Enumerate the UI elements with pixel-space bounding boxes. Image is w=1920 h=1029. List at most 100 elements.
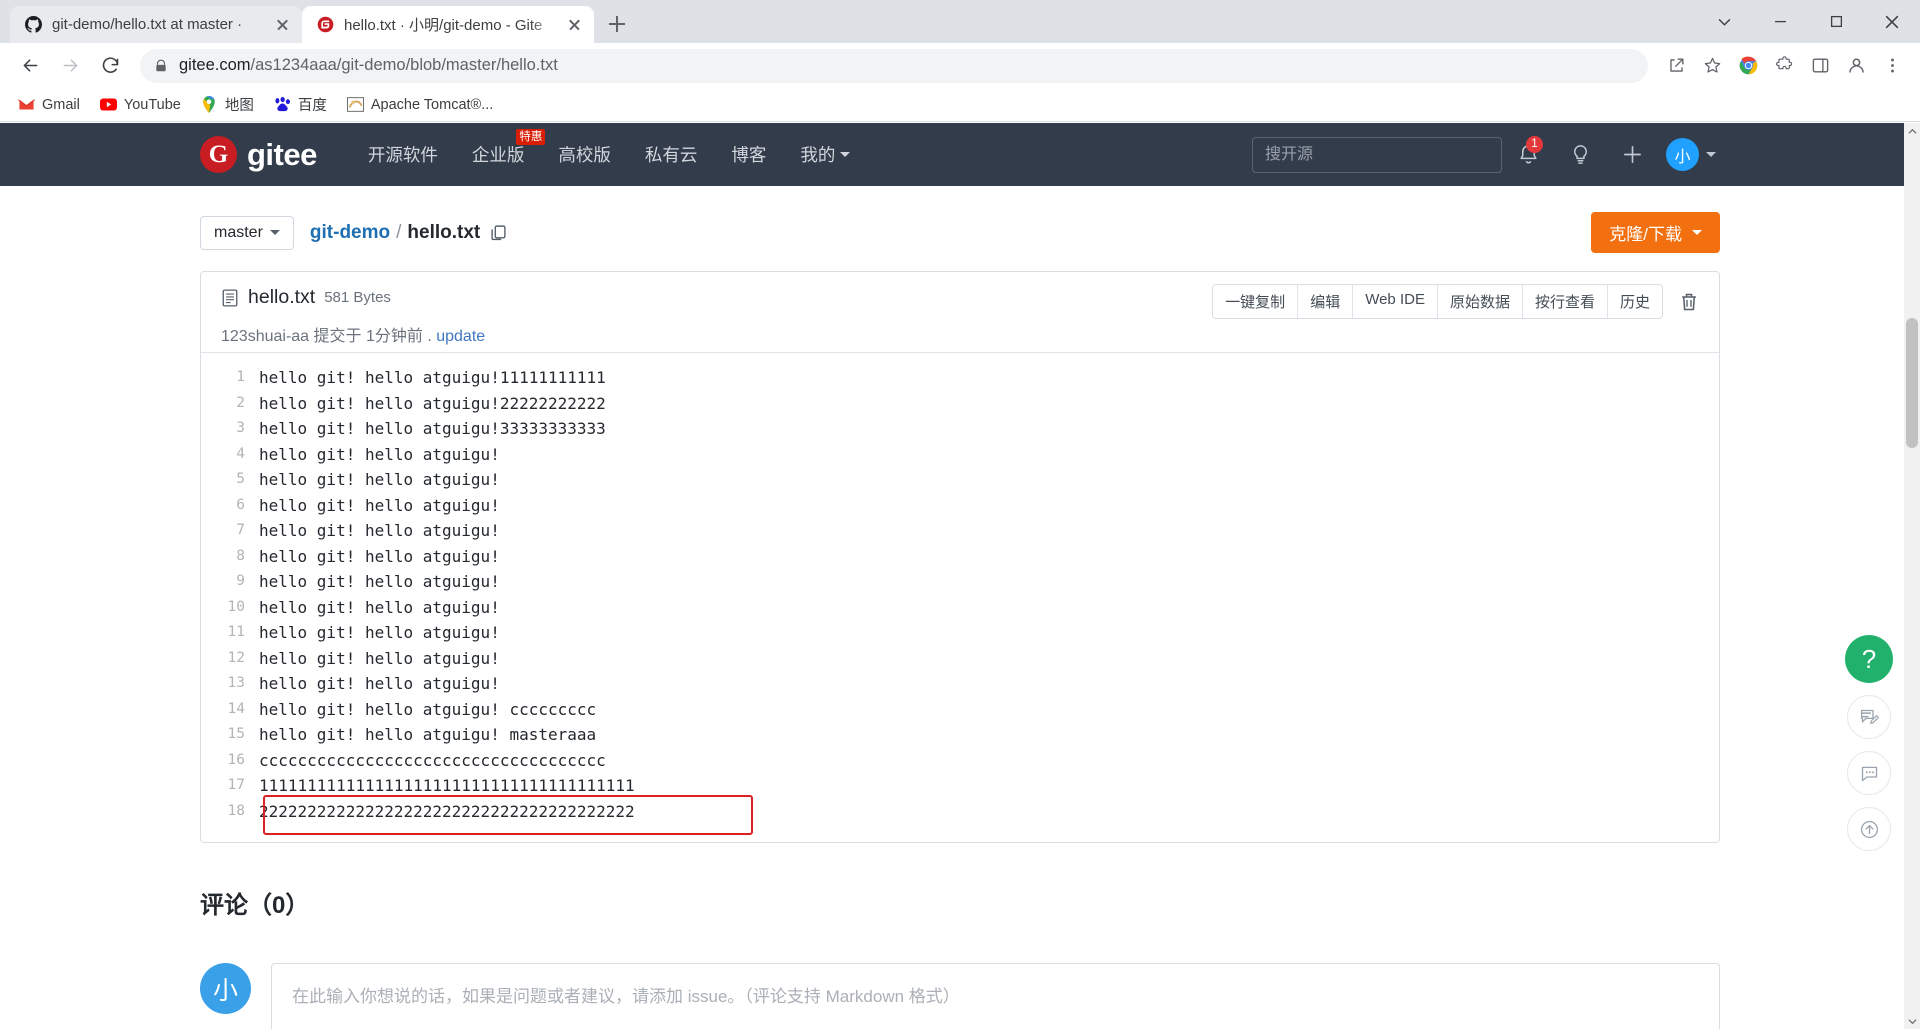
nav-item-education[interactable]: 高校版 bbox=[541, 123, 628, 186]
profile-avatar-icon[interactable] bbox=[1840, 50, 1872, 82]
scroll-down-arrow-icon[interactable] bbox=[1904, 1013, 1920, 1029]
browser-tab-gitee[interactable]: hello.txt · 小明/git-demo - Gite bbox=[302, 6, 594, 43]
close-icon[interactable] bbox=[565, 15, 584, 34]
lock-icon bbox=[154, 59, 168, 73]
scroll-up-arrow-icon[interactable] bbox=[1904, 123, 1920, 139]
back-to-top-icon[interactable] bbox=[1847, 807, 1891, 851]
comments-title: 评论（0） bbox=[200, 892, 310, 919]
github-icon bbox=[24, 15, 43, 34]
line-number: 15 bbox=[227, 726, 245, 742]
close-window-icon[interactable] bbox=[1864, 0, 1920, 43]
nav-label: 私有云 bbox=[644, 145, 698, 165]
blame-button[interactable]: 按行查看 bbox=[1522, 285, 1608, 318]
gitee-navbar: G gitee 开源软件 企业版 特惠 高校版 私有云 博客 我的 搜开源 1 … bbox=[0, 123, 1920, 186]
address-bar[interactable]: gitee.com/as1234aaa/git-demo/blob/master… bbox=[140, 48, 1648, 83]
line-content: hello git! hello atguigu! ccccccccc bbox=[259, 699, 597, 719]
page-viewport: G gitee 开源软件 企业版 特惠 高校版 私有云 博客 我的 搜开源 1 … bbox=[0, 123, 1920, 1029]
ideas-button[interactable] bbox=[1554, 123, 1606, 186]
minimize-icon[interactable] bbox=[1752, 0, 1808, 43]
web-ide-button[interactable]: Web IDE bbox=[1353, 285, 1438, 318]
edit-button[interactable]: 编辑 bbox=[1298, 285, 1354, 318]
code-line: 9 hello git! hello atguigu! bbox=[201, 569, 1719, 595]
more-menu-icon[interactable] bbox=[1876, 50, 1908, 82]
code-line: 14 hello git! hello atguigu! ccccccccc bbox=[201, 697, 1719, 723]
line-content: hello git! hello atguigu!22222222222 bbox=[259, 393, 606, 413]
bookmark-tomcat[interactable]: Apache Tomcat®... bbox=[339, 92, 501, 117]
comment-input[interactable] bbox=[271, 963, 1720, 1029]
copy-all-button[interactable]: 一键复制 bbox=[1213, 285, 1299, 318]
nav-label: 我的 bbox=[800, 145, 836, 165]
bookmarks-bar: Gmail YouTube 地图 百度 Apache Tomcat®... bbox=[0, 88, 1920, 122]
notifications-button[interactable]: 1 bbox=[1502, 123, 1554, 186]
bookmark-youtube[interactable]: YouTube bbox=[92, 92, 189, 117]
search-input[interactable] bbox=[1252, 136, 1502, 173]
chevron-down-icon bbox=[840, 152, 851, 157]
bookmark-gmail[interactable]: Gmail bbox=[10, 92, 88, 117]
window-controls bbox=[1696, 0, 1920, 43]
gitee-logo[interactable]: G gitee bbox=[200, 136, 317, 173]
bookmark-star-icon[interactable] bbox=[1696, 50, 1728, 82]
code-line: 4 hello git! hello atguigu! bbox=[201, 442, 1719, 468]
copy-path-icon[interactable] bbox=[490, 224, 507, 241]
code-line: 5 hello git! hello atguigu! bbox=[201, 467, 1719, 493]
baidu-icon bbox=[274, 96, 291, 113]
scrollbar-thumb[interactable] bbox=[1906, 318, 1918, 448]
nav-item-blog[interactable]: 博客 bbox=[714, 123, 783, 186]
bookmark-maps[interactable]: 地图 bbox=[193, 90, 262, 119]
maximize-icon[interactable] bbox=[1808, 0, 1864, 43]
close-icon[interactable] bbox=[273, 15, 292, 34]
lightbulb-icon bbox=[1573, 145, 1587, 164]
bookmark-baidu[interactable]: 百度 bbox=[266, 90, 335, 119]
sidepanel-icon[interactable] bbox=[1804, 50, 1836, 82]
history-button[interactable]: 历史 bbox=[1607, 285, 1662, 318]
share-icon[interactable] bbox=[1660, 50, 1692, 82]
line-content: hello git! hello atguigu! bbox=[259, 623, 500, 642]
line-content: 222222222222222222222222222222222222222 bbox=[259, 801, 635, 821]
line-number: 7 bbox=[236, 522, 245, 538]
gitee-navbar-right: 1 小 bbox=[1252, 123, 1920, 186]
user-menu[interactable]: 小 bbox=[1658, 123, 1724, 186]
extensions-icon[interactable] bbox=[1768, 50, 1800, 82]
tab-title: git-demo/hello.txt at master · bbox=[52, 16, 243, 33]
browser-toolbar: gitee.com/as1234aaa/git-demo/blob/master… bbox=[0, 43, 1920, 88]
file-name: hello.txt bbox=[248, 286, 316, 308]
gitee-main-menu: 开源软件 企业版 特惠 高校版 私有云 博客 我的 bbox=[351, 123, 868, 186]
feedback-edit-icon[interactable] bbox=[1847, 695, 1891, 739]
create-new-button[interactable] bbox=[1606, 123, 1658, 186]
trash-icon[interactable] bbox=[1679, 292, 1699, 312]
tab-title: hello.txt · 小明/git-demo - Gite bbox=[344, 17, 543, 34]
line-number: 10 bbox=[227, 598, 245, 615]
nav-item-mine[interactable]: 我的 bbox=[783, 123, 867, 186]
gitee-logo-text: gitee bbox=[247, 136, 317, 172]
nav-item-open-source[interactable]: 开源软件 bbox=[351, 123, 455, 186]
browser-tab-github[interactable]: git-demo/hello.txt at master · bbox=[10, 6, 302, 43]
code-line: 8 hello git! hello atguigu! bbox=[201, 544, 1719, 570]
code-line: 2 hello git! hello atguigu!22222222222 bbox=[201, 391, 1719, 417]
avatar: 小 bbox=[200, 963, 251, 1014]
page-scrollbar[interactable] bbox=[1904, 123, 1920, 1029]
avatar: 小 bbox=[1666, 138, 1699, 171]
file-header: hello.txt 581 Bytes 123shuai-aa 提交于 1分钟前… bbox=[201, 272, 1719, 352]
reload-icon[interactable] bbox=[92, 48, 128, 84]
commit-message[interactable]: update bbox=[436, 328, 485, 345]
forward-icon[interactable] bbox=[52, 48, 88, 84]
bookmark-label: Gmail bbox=[42, 96, 80, 113]
nav-item-private-cloud[interactable]: 私有云 bbox=[628, 123, 715, 186]
line-content: hello git! hello atguigu! bbox=[259, 597, 500, 617]
breadcrumb-repo[interactable]: git-demo bbox=[310, 222, 390, 244]
line-number: 2 bbox=[236, 394, 245, 411]
browser-window: git-demo/hello.txt at master · hello.txt… bbox=[0, 0, 1920, 1029]
raw-data-button[interactable]: 原始数据 bbox=[1437, 285, 1523, 318]
branch-selector[interactable]: master bbox=[200, 215, 294, 250]
line-content: hello git! hello atguigu!33333333333 bbox=[259, 419, 606, 438]
clone-download-button[interactable]: 克隆/下载 bbox=[1591, 212, 1720, 253]
nav-item-enterprise[interactable]: 企业版 特惠 bbox=[455, 123, 546, 186]
back-icon[interactable] bbox=[12, 48, 48, 84]
new-tab-button[interactable] bbox=[600, 7, 634, 41]
chat-icon[interactable] bbox=[1847, 751, 1891, 795]
chrome-profile-icon[interactable] bbox=[1732, 50, 1764, 82]
chrome-menu-chevron-icon[interactable] bbox=[1696, 0, 1752, 43]
breadcrumb-separator: / bbox=[396, 221, 402, 243]
code-line: 7 hello git! hello atguigu! bbox=[201, 518, 1719, 544]
help-button[interactable]: ? bbox=[1845, 635, 1893, 683]
